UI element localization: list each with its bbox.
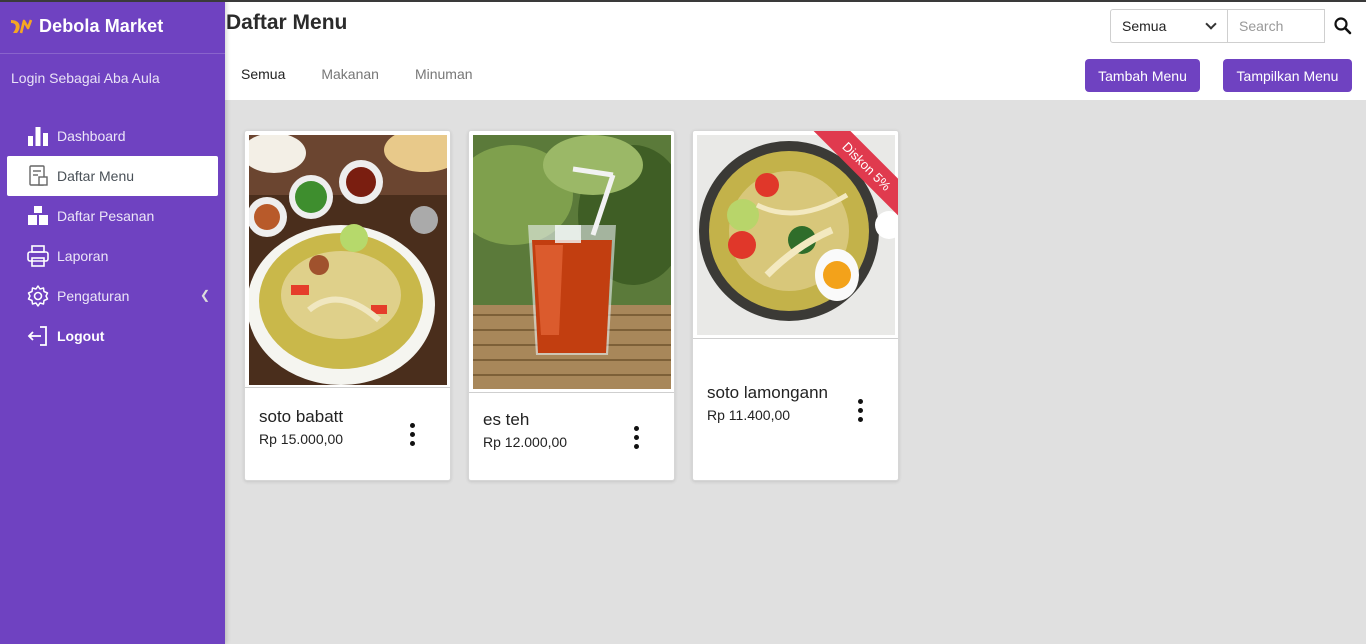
category-filter-select[interactable]: Semua <box>1110 9 1228 43</box>
sidebar-item-dashboard[interactable]: Dashboard <box>7 116 218 156</box>
printer-icon <box>26 244 50 268</box>
sidebar-item-logout[interactable]: Logout <box>7 316 218 356</box>
chevron-down-icon <box>1205 18 1217 30</box>
search-icon[interactable] <box>1333 16 1353 36</box>
card-divider <box>245 387 450 388</box>
page-title: Daftar Menu <box>226 11 348 34</box>
card-divider <box>469 392 674 393</box>
sidebar-item-label: Laporan <box>57 248 109 264</box>
brand-name: Debola Market <box>39 16 164 36</box>
menu-price: Rp 11.400,00 <box>707 407 791 423</box>
sidebar-item-label: Logout <box>57 328 105 344</box>
tab-minuman[interactable]: Minuman <box>415 66 473 82</box>
gear-icon <box>26 284 50 308</box>
sidebar-item-label: Daftar Pesanan <box>57 208 155 224</box>
add-menu-button[interactable]: Tambah Menu <box>1085 59 1200 92</box>
show-menu-button[interactable]: Tampilkan Menu <box>1223 59 1352 92</box>
boxes-icon <box>26 204 50 228</box>
sidebar-item-pengaturan[interactable]: Pengaturan ❮ <box>7 276 218 316</box>
sidebar-menu: Dashboard Daftar Menu Daftar Pesanan Lap… <box>0 116 225 356</box>
menu-image-soto-babatt <box>249 135 447 385</box>
menu-card[interactable]: es teh Rp 12.000,00 <box>468 130 675 481</box>
menu-card[interactable]: Diskon 5% soto lamongann Rp 11.400,00 <box>692 130 899 481</box>
menu-card[interactable]: soto babatt Rp 15.000,00 <box>244 130 451 481</box>
more-options-icon[interactable] <box>626 426 646 452</box>
sidebar-item-daftar-menu[interactable]: Daftar Menu <box>7 156 218 196</box>
card-divider <box>693 338 898 339</box>
sidebar: Debola Market Login Sebagai Aba Aula Das… <box>0 0 225 644</box>
search-placeholder: Search <box>1239 18 1284 34</box>
tab-semua[interactable]: Semua <box>241 66 285 82</box>
brand-logo-icon <box>11 19 33 33</box>
top-border <box>0 0 1366 2</box>
menu-price: Rp 12.000,00 <box>483 434 568 450</box>
header: Daftar Menu Semua Search Semua Makanan M… <box>225 2 1366 100</box>
sidebar-item-daftar-pesanan[interactable]: Daftar Pesanan <box>7 196 218 236</box>
category-tabs: Semua Makanan Minuman <box>241 66 509 82</box>
brand[interactable]: Debola Market <box>0 0 225 54</box>
bar-chart-icon <box>26 124 50 148</box>
tab-makanan[interactable]: Makanan <box>321 66 379 82</box>
menu-price: Rp 15.000,00 <box>259 431 344 447</box>
menu-name: soto lamongann <box>707 383 828 402</box>
chevron-left-icon: ❮ <box>199 288 210 302</box>
menu-name: es teh <box>483 410 530 429</box>
sidebar-item-laporan[interactable]: Laporan <box>7 236 218 276</box>
sidebar-item-label: Daftar Menu <box>57 168 135 184</box>
sidebar-item-label: Dashboard <box>57 128 126 144</box>
menu-list-icon <box>26 164 50 188</box>
more-options-icon[interactable] <box>402 423 422 449</box>
category-filter-value: Semua <box>1122 18 1167 34</box>
logout-icon <box>26 324 50 348</box>
more-options-icon[interactable] <box>850 399 870 425</box>
sidebar-item-label: Pengaturan <box>57 288 130 304</box>
menu-name: soto babatt <box>259 407 344 426</box>
menu-image-es-teh <box>473 135 671 389</box>
search-input[interactable]: Search <box>1228 9 1325 43</box>
login-info: Login Sebagai Aba Aula <box>11 70 160 86</box>
